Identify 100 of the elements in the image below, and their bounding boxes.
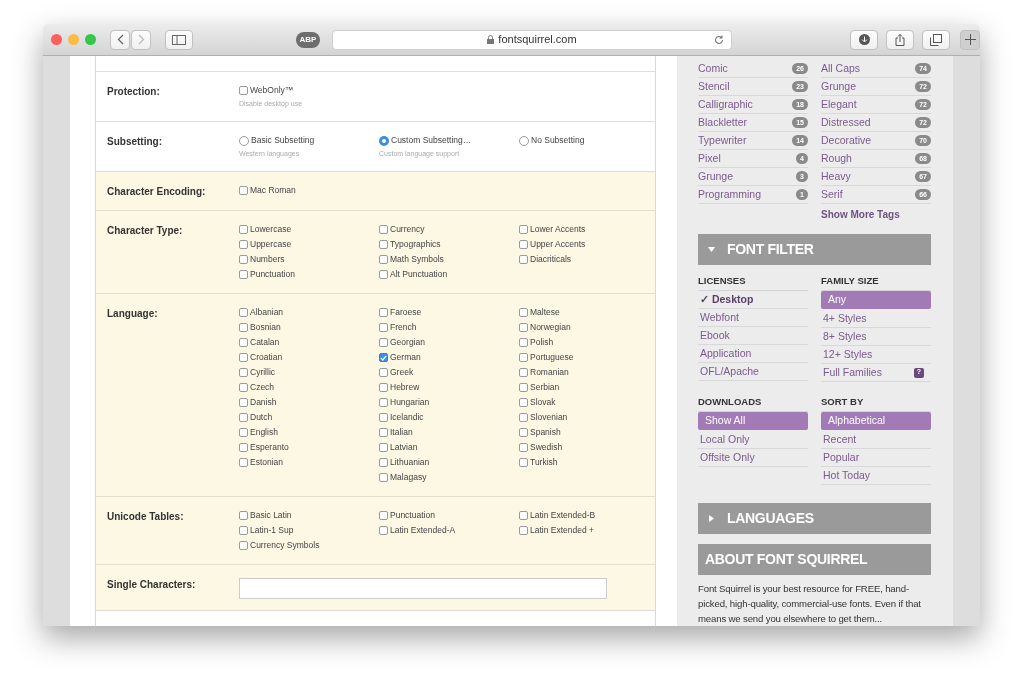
panel-header[interactable]: FONT FILTER — [698, 234, 931, 265]
checkbox[interactable] — [239, 443, 248, 452]
checkbox[interactable] — [239, 368, 248, 377]
checkbox[interactable] — [239, 323, 248, 332]
checkbox[interactable] — [239, 225, 248, 234]
checkbox[interactable] — [379, 323, 388, 332]
checkbox[interactable] — [519, 353, 528, 362]
checkbox[interactable] — [519, 255, 528, 264]
checkbox[interactable] — [239, 428, 248, 437]
checkbox[interactable] — [379, 511, 388, 520]
checkbox[interactable] — [519, 413, 528, 422]
filter-option[interactable]: 12+ Styles — [821, 346, 931, 364]
checkbox[interactable] — [519, 308, 528, 317]
filter-option[interactable]: Hot Today — [821, 467, 931, 485]
checkbox[interactable] — [379, 353, 388, 362]
checkbox[interactable] — [239, 186, 248, 195]
tag-link[interactable]: Blackletter — [698, 114, 748, 131]
checkbox[interactable] — [519, 458, 528, 467]
filter-option[interactable]: ✓ Desktop — [698, 291, 808, 309]
tag-link[interactable]: Stencil — [698, 78, 730, 95]
tag-link[interactable]: Calligraphic — [698, 96, 753, 113]
checkbox[interactable] — [239, 270, 248, 279]
filter-option[interactable]: Any — [821, 291, 931, 309]
tag-link[interactable]: Serif — [821, 186, 843, 203]
checkbox[interactable] — [379, 383, 388, 392]
checkbox[interactable] — [379, 270, 388, 279]
new-tab-button[interactable] — [960, 29, 980, 50]
checkbox[interactable] — [379, 338, 388, 347]
window-control-button[interactable] — [85, 34, 96, 45]
checkbox[interactable] — [239, 383, 248, 392]
checkbox[interactable] — [239, 240, 248, 249]
checkbox[interactable] — [379, 308, 388, 317]
checkbox[interactable] — [519, 323, 528, 332]
checkbox[interactable] — [379, 473, 388, 482]
tag-link[interactable]: Elegant — [821, 96, 857, 113]
checkbox[interactable] — [519, 368, 528, 377]
adblock-badge[interactable]: ABP — [296, 31, 320, 48]
window-control-button[interactable] — [51, 34, 62, 45]
checkbox[interactable] — [379, 413, 388, 422]
checkbox[interactable] — [379, 443, 388, 452]
show-more-link[interactable]: Show More Tags — [821, 207, 931, 222]
tabs-button[interactable] — [922, 29, 950, 50]
filter-option[interactable]: Ebook — [698, 327, 808, 345]
checkbox[interactable] — [519, 398, 528, 407]
checkbox[interactable] — [239, 458, 248, 467]
tag-link[interactable]: Distressed — [821, 114, 871, 131]
checkbox[interactable] — [239, 308, 248, 317]
checkbox[interactable] — [519, 225, 528, 234]
checkbox[interactable] — [239, 526, 248, 535]
checkbox[interactable] — [239, 398, 248, 407]
checkbox[interactable] — [379, 255, 388, 264]
checkbox[interactable] — [519, 338, 528, 347]
filter-option[interactable]: 4+ Styles — [821, 310, 931, 328]
filter-option[interactable]: Local Only — [698, 431, 808, 449]
checkbox[interactable] — [519, 511, 528, 520]
checkbox[interactable] — [379, 240, 388, 249]
forward-button[interactable] — [131, 29, 151, 50]
tag-link[interactable]: Programming — [698, 186, 762, 203]
checkbox[interactable] — [239, 413, 248, 422]
checkbox[interactable] — [379, 368, 388, 377]
tag-link[interactable]: Grunge — [821, 78, 857, 95]
filter-option[interactable]: Recent — [821, 431, 931, 449]
tag-link[interactable]: Grunge — [698, 168, 734, 185]
filter-option[interactable]: Show All — [698, 412, 808, 430]
tag-link[interactable]: Decorative — [821, 132, 872, 149]
checkbox[interactable] — [379, 398, 388, 407]
back-button[interactable] — [110, 29, 130, 50]
tag-link[interactable]: Pixel — [698, 150, 721, 167]
filter-option[interactable]: Application — [698, 345, 808, 363]
address-bar[interactable]: fontsquirrel.com — [332, 29, 732, 50]
checkbox[interactable] — [239, 511, 248, 520]
sidebar-button[interactable] — [165, 29, 193, 50]
filter-option[interactable]: Alphabetical — [821, 412, 931, 430]
checkbox[interactable] — [239, 338, 248, 347]
tag-link[interactable]: Typewriter — [698, 132, 747, 149]
checkbox[interactable] — [519, 240, 528, 249]
checkbox[interactable] — [239, 541, 248, 550]
filter-option[interactable]: OFL/Apache — [698, 363, 808, 381]
download-button[interactable] — [850, 29, 878, 50]
checkbox[interactable] — [379, 225, 388, 234]
panel-header[interactable]: LANGUAGES — [698, 503, 931, 534]
checkbox[interactable] — [239, 86, 248, 95]
checkbox[interactable] — [519, 443, 528, 452]
filter-option[interactable]: Offsite Only — [698, 449, 808, 467]
filter-option[interactable]: 8+ Styles — [821, 328, 931, 346]
checkbox[interactable] — [379, 458, 388, 467]
share-button[interactable] — [886, 29, 914, 50]
checkbox[interactable] — [379, 526, 388, 535]
tag-link[interactable]: Comic — [698, 60, 728, 77]
tag-link[interactable]: All Caps — [821, 60, 861, 77]
filter-option[interactable]: Popular — [821, 449, 931, 467]
radio-button[interactable] — [519, 135, 529, 146]
radio-button[interactable] — [239, 135, 249, 146]
checkbox[interactable] — [239, 353, 248, 362]
filter-option[interactable]: Webfont — [698, 309, 808, 327]
reload-icon[interactable] — [714, 34, 724, 45]
checkbox[interactable] — [519, 526, 528, 535]
tag-link[interactable]: Heavy — [821, 168, 851, 185]
radio-button[interactable] — [379, 135, 389, 146]
text-field[interactable] — [239, 578, 607, 599]
